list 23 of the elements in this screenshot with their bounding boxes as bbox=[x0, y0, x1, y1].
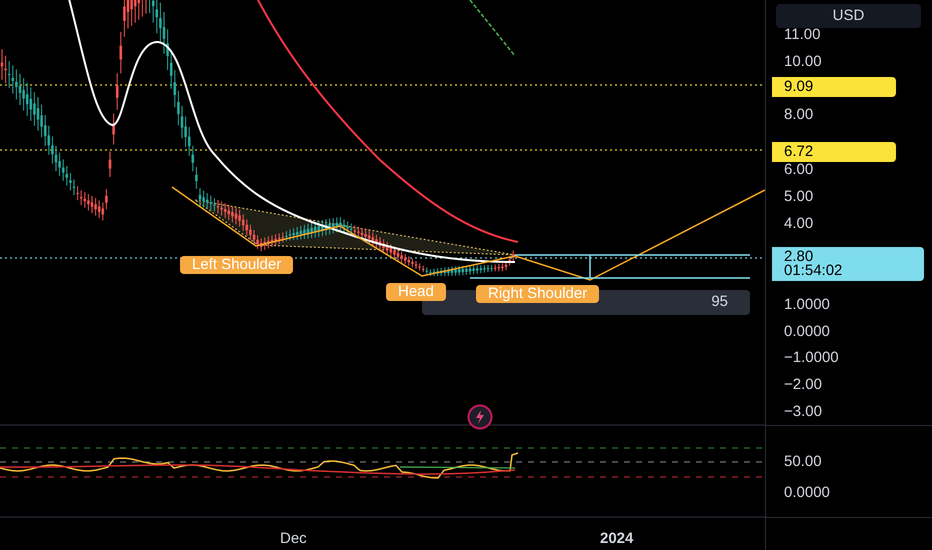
price-axis-label: 11.00 bbox=[784, 27, 820, 43]
price-axis-label: 0.0000 bbox=[784, 324, 830, 340]
pattern-label: Left Shoulder bbox=[180, 256, 294, 274]
price-axis-label: 1.0000 bbox=[784, 297, 830, 313]
pattern-label: Right Shoulder bbox=[476, 285, 600, 303]
oscillator-axis-label: 0.0000 bbox=[784, 485, 830, 501]
price-axis-label: −2.00 bbox=[784, 377, 822, 393]
pattern-label: Head bbox=[386, 283, 446, 301]
price-axis-label: 10.00 bbox=[784, 54, 822, 70]
price-alert-tag: 6.72 bbox=[772, 142, 896, 162]
oscillator-axis-label: 50.00 bbox=[784, 454, 822, 470]
price-axis-label: 8.00 bbox=[784, 107, 814, 123]
last-price-tag: 2.80 01:54:02 bbox=[772, 247, 924, 281]
price-axis-label: 6.00 bbox=[784, 162, 814, 178]
currency-button[interactable]: USD bbox=[776, 4, 921, 28]
price-axis-label: 4.00 bbox=[784, 216, 814, 232]
price-axis-label: −3.00 bbox=[784, 404, 822, 420]
price-alert-tag: 9.09 bbox=[772, 77, 896, 97]
time-axis-label: 2024 bbox=[600, 529, 634, 549]
price-axis-label: 5.00 bbox=[784, 189, 814, 205]
time-axis-label: Dec bbox=[280, 529, 307, 549]
lightning-icon[interactable] bbox=[467, 404, 493, 430]
price-axis-label: −1.0000 bbox=[784, 350, 839, 366]
